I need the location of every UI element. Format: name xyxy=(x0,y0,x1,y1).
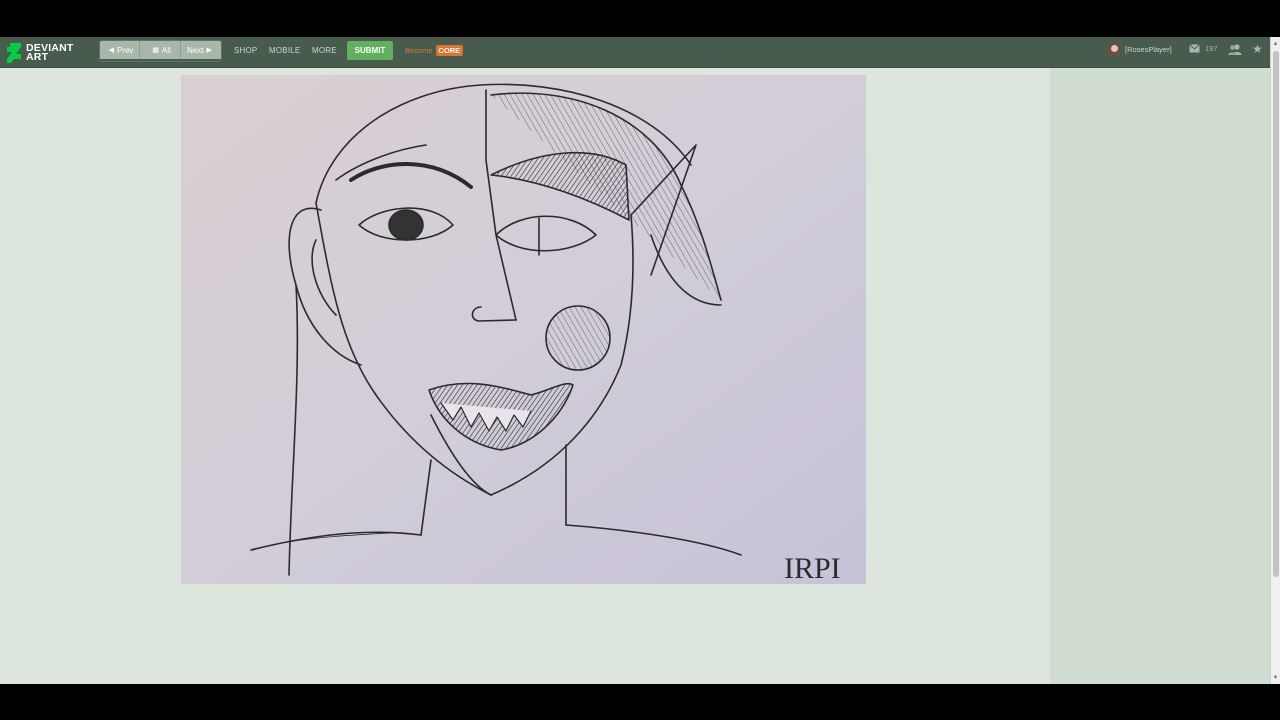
menu-shop[interactable]: SHOP xyxy=(234,46,257,55)
top-navigation-bar: DEVIANT ART ◀ Prev ▦ All Next ▶ SHOP MOB… xyxy=(0,37,1280,68)
artist-signature: IRPI xyxy=(784,552,841,584)
messages-count: 197 xyxy=(1205,44,1218,53)
grid-icon: ▦ xyxy=(152,47,159,54)
friends-icon[interactable] xyxy=(1228,44,1242,55)
scroll-down-arrow-icon[interactable]: ▼ xyxy=(1271,673,1280,683)
da-logo-icon xyxy=(7,42,21,63)
messages-button[interactable]: 197 xyxy=(1189,44,1218,53)
next-label: Next xyxy=(187,45,204,55)
next-button[interactable]: Next ▶ xyxy=(181,41,221,59)
become-core-link[interactable]: Become CORE xyxy=(405,45,464,56)
menu-mobile[interactable]: MOBILE xyxy=(269,46,300,55)
chevron-right-icon: ▶ xyxy=(206,47,212,54)
prev-button[interactable]: ◀ Prev xyxy=(100,41,140,59)
deviation-image[interactable]: IRPI xyxy=(181,75,866,584)
logo-text-line2: ART xyxy=(26,50,49,63)
scroll-up-arrow-icon[interactable]: ▲ xyxy=(1271,39,1280,49)
right-sidebar xyxy=(1050,68,1270,684)
all-label: All xyxy=(161,45,171,55)
page-scrollbar[interactable]: ▲ ▼ xyxy=(1270,37,1280,684)
all-button[interactable]: ▦ All xyxy=(140,41,181,59)
deviantart-logo[interactable]: DEVIANT ART xyxy=(7,42,85,63)
sketch-drawing: IRPI xyxy=(181,75,866,584)
user-menu[interactable]: [RosesPlayer] xyxy=(1108,43,1172,56)
avatar xyxy=(1108,43,1121,56)
prev-label: Prev xyxy=(116,45,134,55)
become-text: Become xyxy=(405,46,433,55)
chevron-left-icon: ◀ xyxy=(108,47,114,54)
envelope-icon xyxy=(1189,44,1200,53)
scroll-thumb[interactable] xyxy=(1273,51,1279,577)
username: [RosesPlayer] xyxy=(1125,45,1172,54)
core-badge: CORE xyxy=(435,45,464,56)
deviation-nav-group: ◀ Prev ▦ All Next ▶ xyxy=(99,40,222,62)
star-icon[interactable]: ★ xyxy=(1252,42,1263,56)
menu-more[interactable]: MORE xyxy=(312,46,337,55)
submit-button[interactable]: SUBMIT xyxy=(347,41,393,60)
